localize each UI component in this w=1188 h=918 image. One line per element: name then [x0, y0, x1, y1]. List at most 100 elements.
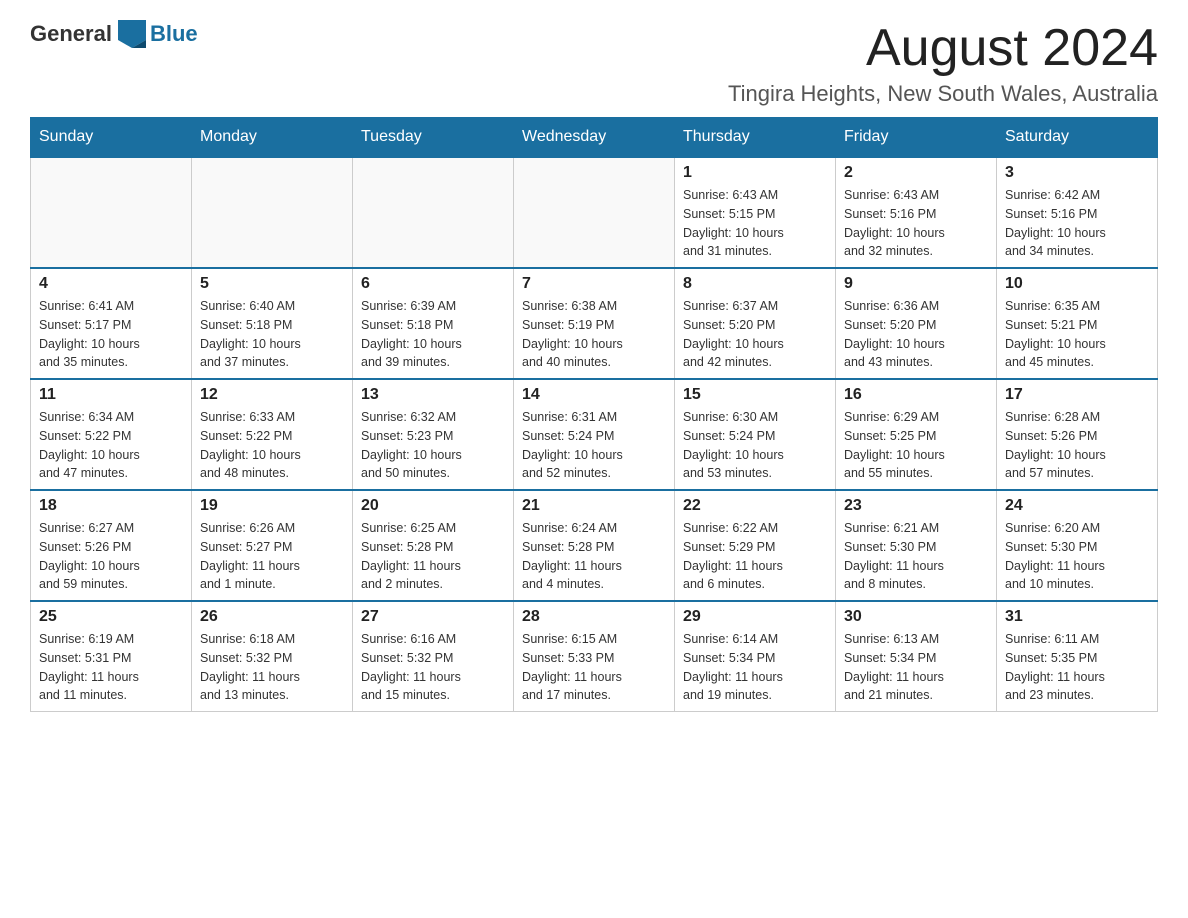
weekday-header-wednesday: Wednesday: [514, 118, 675, 158]
day-info: Sunrise: 6:13 AM Sunset: 5:34 PM Dayligh…: [844, 630, 988, 705]
calendar-cell: 5 Sunrise: 6:40 AM Sunset: 5:18 PM Daylig…: [192, 268, 353, 379]
calendar-cell: 18 Sunrise: 6:27 AM Sunset: 5:26 PM Dayli…: [31, 490, 192, 601]
calendar-cell: 23 Sunrise: 6:21 AM Sunset: 5:30 PM Dayli…: [836, 490, 997, 601]
calendar-cell: 25Sunrise: 6:19 AM Sunset: 5:31 PM Dayli…: [31, 601, 192, 712]
calendar-cell: 8Sunrise: 6:37 AM Sunset: 5:20 PM Daylig…: [675, 268, 836, 379]
logo-general-text: General: [30, 21, 112, 47]
weekday-header-tuesday: Tuesday: [353, 118, 514, 158]
day-number: 9: [844, 275, 988, 293]
day-number: 21: [522, 497, 666, 515]
calendar-cell: [192, 157, 353, 268]
day-info: Sunrise: 6:36 AM Sunset: 5:20 PM Dayligh…: [844, 297, 988, 372]
calendar-cell: 17 Sunrise: 6:28 AM Sunset: 5:26 PM Dayli…: [997, 379, 1158, 490]
calendar-cell: 1Sunrise: 6:43 AM Sunset: 5:15 PM Daylig…: [675, 157, 836, 268]
calendar-cell: 12Sunrise: 6:33 AM Sunset: 5:22 PM Dayli…: [192, 379, 353, 490]
logo-icon: [118, 20, 146, 48]
day-info: Sunrise: 6:32 AM Sunset: 5:23 PM Dayligh…: [361, 408, 505, 483]
day-number: 26: [200, 608, 344, 626]
day-info: Sunrise: 6:28 AM Sunset: 5:26 PM Dayligh…: [1005, 408, 1149, 483]
day-number: 30: [844, 608, 988, 626]
day-number: 7: [522, 275, 666, 293]
calendar-cell: 22 Sunrise: 6:22 AM Sunset: 5:29 PM Dayli…: [675, 490, 836, 601]
calendar-cell: 29 Sunrise: 6:14 AM Sunset: 5:34 PM Dayli…: [675, 601, 836, 712]
calendar-table: SundayMondayTuesdayWednesdayThursdayFrid…: [30, 117, 1158, 712]
day-info: Sunrise: 6:37 AM Sunset: 5:20 PM Dayligh…: [683, 297, 827, 372]
day-info: Sunrise: 6:18 AM Sunset: 5:32 PM Dayligh…: [200, 630, 344, 705]
day-number: 13: [361, 386, 505, 404]
day-number: 22: [683, 497, 827, 515]
day-info: Sunrise: 6:27 AM Sunset: 5:26 PM Dayligh…: [39, 519, 183, 594]
calendar-body: 1Sunrise: 6:43 AM Sunset: 5:15 PM Daylig…: [31, 157, 1158, 712]
day-info: Sunrise: 6:30 AM Sunset: 5:24 PM Dayligh…: [683, 408, 827, 483]
day-info: Sunrise: 6:20 AM Sunset: 5:30 PM Dayligh…: [1005, 519, 1149, 594]
month-title: August 2024: [728, 20, 1158, 77]
day-info: Sunrise: 6:39 AM Sunset: 5:18 PM Dayligh…: [361, 297, 505, 372]
day-info: Sunrise: 6:38 AM Sunset: 5:19 PM Dayligh…: [522, 297, 666, 372]
calendar-cell: 14Sunrise: 6:31 AM Sunset: 5:24 PM Dayli…: [514, 379, 675, 490]
calendar-cell: 4 Sunrise: 6:41 AM Sunset: 5:17 PM Daylig…: [31, 268, 192, 379]
calendar-cell: 6 Sunrise: 6:39 AM Sunset: 5:18 PM Daylig…: [353, 268, 514, 379]
day-number: 27: [361, 608, 505, 626]
day-info: Sunrise: 6:25 AM Sunset: 5:28 PM Dayligh…: [361, 519, 505, 594]
calendar-cell: [353, 157, 514, 268]
weekday-header-thursday: Thursday: [675, 118, 836, 158]
week-row-4: 18 Sunrise: 6:27 AM Sunset: 5:26 PM Dayli…: [31, 490, 1158, 601]
calendar-cell: 10Sunrise: 6:35 AM Sunset: 5:21 PM Dayli…: [997, 268, 1158, 379]
logo: General Blue: [30, 20, 198, 48]
day-info: Sunrise: 6:31 AM Sunset: 5:24 PM Dayligh…: [522, 408, 666, 483]
week-row-3: 11Sunrise: 6:34 AM Sunset: 5:22 PM Dayli…: [31, 379, 1158, 490]
weekday-header-friday: Friday: [836, 118, 997, 158]
calendar-cell: 21 Sunrise: 6:24 AM Sunset: 5:28 PM Dayli…: [514, 490, 675, 601]
calendar-cell: 24Sunrise: 6:20 AM Sunset: 5:30 PM Dayli…: [997, 490, 1158, 601]
day-number: 4: [39, 275, 183, 293]
day-number: 1: [683, 164, 827, 182]
logo-blue-text: Blue: [150, 21, 198, 47]
page-header: General Blue August 2024 Tingira Heights…: [30, 20, 1158, 107]
day-number: 17: [1005, 386, 1149, 404]
day-info: Sunrise: 6:43 AM Sunset: 5:16 PM Dayligh…: [844, 186, 988, 261]
calendar-cell: 2Sunrise: 6:43 AM Sunset: 5:16 PM Daylig…: [836, 157, 997, 268]
calendar-cell: 9 Sunrise: 6:36 AM Sunset: 5:20 PM Daylig…: [836, 268, 997, 379]
week-row-2: 4 Sunrise: 6:41 AM Sunset: 5:17 PM Daylig…: [31, 268, 1158, 379]
calendar-cell: 15 Sunrise: 6:30 AM Sunset: 5:24 PM Dayli…: [675, 379, 836, 490]
day-number: 18: [39, 497, 183, 515]
day-number: 5: [200, 275, 344, 293]
day-info: Sunrise: 6:40 AM Sunset: 5:18 PM Dayligh…: [200, 297, 344, 372]
calendar-cell: 13 Sunrise: 6:32 AM Sunset: 5:23 PM Dayli…: [353, 379, 514, 490]
day-number: 15: [683, 386, 827, 404]
weekday-header-row: SundayMondayTuesdayWednesdayThursdayFrid…: [31, 118, 1158, 158]
calendar-cell: [31, 157, 192, 268]
day-number: 16: [844, 386, 988, 404]
day-number: 23: [844, 497, 988, 515]
day-info: Sunrise: 6:22 AM Sunset: 5:29 PM Dayligh…: [683, 519, 827, 594]
day-number: 11: [39, 386, 183, 404]
day-info: Sunrise: 6:33 AM Sunset: 5:22 PM Dayligh…: [200, 408, 344, 483]
day-info: Sunrise: 6:16 AM Sunset: 5:32 PM Dayligh…: [361, 630, 505, 705]
weekday-header-saturday: Saturday: [997, 118, 1158, 158]
calendar-cell: 3 Sunrise: 6:42 AM Sunset: 5:16 PM Daylig…: [997, 157, 1158, 268]
day-info: Sunrise: 6:42 AM Sunset: 5:16 PM Dayligh…: [1005, 186, 1149, 261]
calendar-cell: 11Sunrise: 6:34 AM Sunset: 5:22 PM Dayli…: [31, 379, 192, 490]
title-area: August 2024 Tingira Heights, New South W…: [728, 20, 1158, 107]
day-number: 28: [522, 608, 666, 626]
calendar-cell: 30 Sunrise: 6:13 AM Sunset: 5:34 PM Dayli…: [836, 601, 997, 712]
day-number: 29: [683, 608, 827, 626]
day-info: Sunrise: 6:41 AM Sunset: 5:17 PM Dayligh…: [39, 297, 183, 372]
calendar-cell: 28Sunrise: 6:15 AM Sunset: 5:33 PM Dayli…: [514, 601, 675, 712]
weekday-header-monday: Monday: [192, 118, 353, 158]
location-subtitle: Tingira Heights, New South Wales, Austra…: [728, 81, 1158, 107]
calendar-cell: 20Sunrise: 6:25 AM Sunset: 5:28 PM Dayli…: [353, 490, 514, 601]
day-number: 10: [1005, 275, 1149, 293]
day-info: Sunrise: 6:26 AM Sunset: 5:27 PM Dayligh…: [200, 519, 344, 594]
day-info: Sunrise: 6:21 AM Sunset: 5:30 PM Dayligh…: [844, 519, 988, 594]
day-info: Sunrise: 6:24 AM Sunset: 5:28 PM Dayligh…: [522, 519, 666, 594]
week-row-1: 1Sunrise: 6:43 AM Sunset: 5:15 PM Daylig…: [31, 157, 1158, 268]
calendar-cell: [514, 157, 675, 268]
day-number: 3: [1005, 164, 1149, 182]
day-info: Sunrise: 6:14 AM Sunset: 5:34 PM Dayligh…: [683, 630, 827, 705]
day-number: 6: [361, 275, 505, 293]
day-info: Sunrise: 6:29 AM Sunset: 5:25 PM Dayligh…: [844, 408, 988, 483]
week-row-5: 25Sunrise: 6:19 AM Sunset: 5:31 PM Dayli…: [31, 601, 1158, 712]
calendar-cell: 7 Sunrise: 6:38 AM Sunset: 5:19 PM Daylig…: [514, 268, 675, 379]
weekday-header-sunday: Sunday: [31, 118, 192, 158]
